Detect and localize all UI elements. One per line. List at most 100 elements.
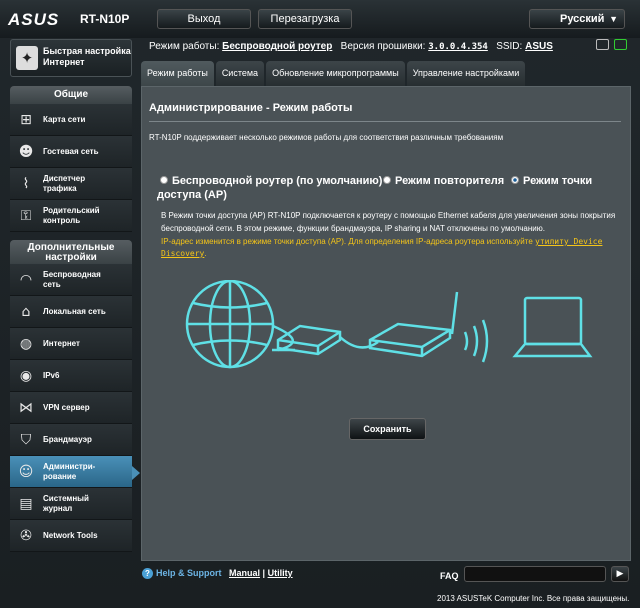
tools-icon: ✇: [20, 528, 32, 544]
manual-link[interactable]: Manual: [229, 568, 260, 578]
wifi-icon: ◠: [19, 272, 33, 288]
page-title: Администрирование - Режим работы: [149, 102, 353, 114]
faq-search-input[interactable]: [464, 566, 606, 582]
language-value: Русский: [560, 13, 605, 25]
faq-label: FAQ: [440, 571, 459, 581]
sidebar-item-label: Родительский: [43, 206, 100, 215]
ipv6-icon: ◉: [19, 368, 33, 384]
mode-desc-line2: беспроводной сети. В этом режиме, функци…: [161, 224, 545, 233]
sidebar-item-label-2: журнал: [43, 504, 73, 513]
traffic-icon: ⌇: [22, 176, 30, 192]
mode-desc-line1: В Режим точки доступа (AP) RT-N10P подкл…: [161, 211, 616, 220]
radio-dot-selected: [511, 176, 519, 184]
radio-access-point-label-cont: доступа (AP): [157, 189, 227, 201]
sidebar-item-label: IPv6: [43, 371, 60, 380]
sidebar-item-label: Беспроводная: [43, 270, 101, 279]
sidebar-item-lan[interactable]: ⌂ Локальная сеть: [10, 296, 132, 328]
mode-label: Режим работы:: [149, 41, 220, 52]
guest-network-icon: ☻: [18, 144, 34, 160]
usb-status-icon[interactable]: [596, 39, 609, 50]
wand-icon: ✦: [16, 46, 38, 70]
vpn-icon: ⋈: [19, 400, 33, 416]
wan-status-icon[interactable]: [614, 39, 627, 50]
router-diagram-icon: [368, 291, 459, 358]
ssid-label: SSID:: [496, 41, 523, 52]
radio-dot: [160, 176, 168, 184]
home-icon: ⌂: [21, 304, 31, 320]
laptop-diagram-icon: [512, 296, 593, 358]
radio-label: Беспроводной роутер (по умолчанию): [172, 175, 383, 187]
help-icon: ?: [142, 568, 153, 579]
modem-diagram-icon: [276, 324, 342, 356]
radio-access-point[interactable]: Режим точки: [511, 175, 592, 187]
footer-divider: |: [262, 568, 266, 578]
logout-button[interactable]: Выход: [157, 9, 251, 29]
globe-icon: ◍: [19, 336, 33, 352]
quick-setup-button[interactable]: ✦ Быстрая настройка Интернет: [10, 39, 132, 77]
page-description: RT-N10P поддерживает несколько режимов р…: [149, 133, 504, 142]
sidebar-item-guest-network[interactable]: ☻ Гостевая сеть: [10, 136, 132, 168]
sidebar-item-label-2: рование: [43, 472, 77, 481]
chevron-down-icon: ▼: [609, 14, 618, 24]
sidebar-item-label: Системный: [43, 494, 89, 503]
sidebar-item-label-2: сеть: [43, 280, 61, 289]
sidebar-item-network-tools[interactable]: ✇ Network Tools: [10, 520, 132, 552]
quick-setup-line2: Интернет: [43, 57, 85, 67]
firmware-value-link[interactable]: 3.0.0.4.354: [428, 42, 488, 52]
utility-link[interactable]: Utility: [268, 568, 293, 578]
sidebar-item-vpn[interactable]: ⋈ VPN сервер: [10, 392, 132, 424]
wifi-waves-icon: [463, 319, 489, 363]
sidebar-item-network-map[interactable]: ⊞ Карта сети: [10, 104, 132, 136]
save-button[interactable]: Сохранить: [349, 418, 426, 440]
advanced-menu: ◠ Беспроводная сеть ⌂ Локальная сеть ◍ Интер…: [10, 264, 132, 552]
mode-value-link[interactable]: Беспроводной роутер: [222, 41, 332, 52]
sidebar-item-ipv6[interactable]: ◉ IPv6: [10, 360, 132, 392]
sidebar-item-firewall[interactable]: ⛉ Брандмауэр: [10, 424, 132, 456]
active-pointer: [132, 466, 140, 480]
radio-repeater[interactable]: Режим повторителя: [383, 175, 504, 187]
reboot-button[interactable]: Перезагрузка: [258, 9, 352, 29]
faq-search-button[interactable]: ▶: [611, 566, 629, 582]
sidebar-item-label: Брандмауэр: [43, 435, 92, 444]
firmware-label: Версия прошивки:: [340, 41, 426, 52]
sidebar-item-internet[interactable]: ◍ Интернет: [10, 328, 132, 360]
sidebar-item-traffic-manager[interactable]: ⌇ Диспетчер трафика: [10, 168, 132, 200]
sidebar-item-system-log[interactable]: ▤ Системный журнал: [10, 488, 132, 520]
router-admin-page: ASUS RT-N10P Выход Перезагрузка Русский ▼…: [0, 0, 640, 608]
tab-settings-management[interactable]: Управление настройками: [406, 61, 526, 86]
sidebar-item-administration[interactable]: ☺ Администри-рование: [10, 456, 132, 488]
note-end: .: [204, 249, 207, 258]
mode-description: В Режим точки доступа (AP) RT-N10P подкл…: [161, 209, 621, 235]
tab-firmware-upgrade[interactable]: Обновление микропрограммы: [266, 61, 405, 86]
tab-system[interactable]: Система: [215, 61, 265, 86]
advanced-title-line2: настройки: [45, 252, 97, 263]
sidebar-item-label: Интернет: [43, 339, 80, 348]
sidebar-item-label: Администри-: [43, 462, 96, 471]
sidebar-item-label: Network Tools: [43, 531, 98, 540]
language-select[interactable]: Русский ▼: [529, 9, 625, 29]
quick-setup-line1: Быстрая настройка: [43, 46, 131, 56]
sidebar-item-label-2: контроль: [43, 216, 81, 225]
ip-change-note: IP-адрес изменится в режиме точки доступ…: [161, 236, 621, 260]
sidebar-item-label: Карта сети: [43, 115, 86, 124]
general-section-title: Общие: [10, 86, 132, 104]
device-discovery-link-2[interactable]: Discovery: [161, 249, 204, 258]
sidebar-item-wireless[interactable]: ◠ Беспроводная сеть: [10, 264, 132, 296]
asus-logo: ASUS: [8, 10, 60, 29]
sidebar-item-label: Локальная сеть: [43, 307, 106, 316]
radio-wireless-router[interactable]: Беспроводной роутер (по умолчанию): [160, 175, 382, 187]
tab-operation-mode[interactable]: Режим работы: [141, 61, 214, 86]
help-support: ? Help & Support Manual | Utility: [142, 568, 293, 579]
sidebar-item-label: Гостевая сеть: [43, 147, 99, 156]
firewall-icon: ⛉: [20, 432, 32, 448]
copyright: 2013 ASUSTeK Computer Inc. Все права защ…: [437, 594, 630, 603]
ssid-value-link[interactable]: ASUS: [525, 41, 553, 52]
network-map-icon: ⊞: [20, 112, 32, 128]
tab-bar: Режим работы Система Обновление микропрогр…: [141, 61, 527, 86]
general-menu: ⊞ Карта сети ☻ Гостевая сеть ⌇ Диспетчер тра…: [10, 104, 132, 232]
radio-dot: [383, 176, 391, 184]
sidebar-item-parental-control[interactable]: ⚿ Родительский контроль: [10, 200, 132, 232]
status-line: Режим работы: Беспроводной роутер Версия…: [149, 41, 553, 52]
globe-diagram-icon: [185, 280, 275, 369]
device-discovery-link[interactable]: утилиту Device: [535, 237, 602, 246]
